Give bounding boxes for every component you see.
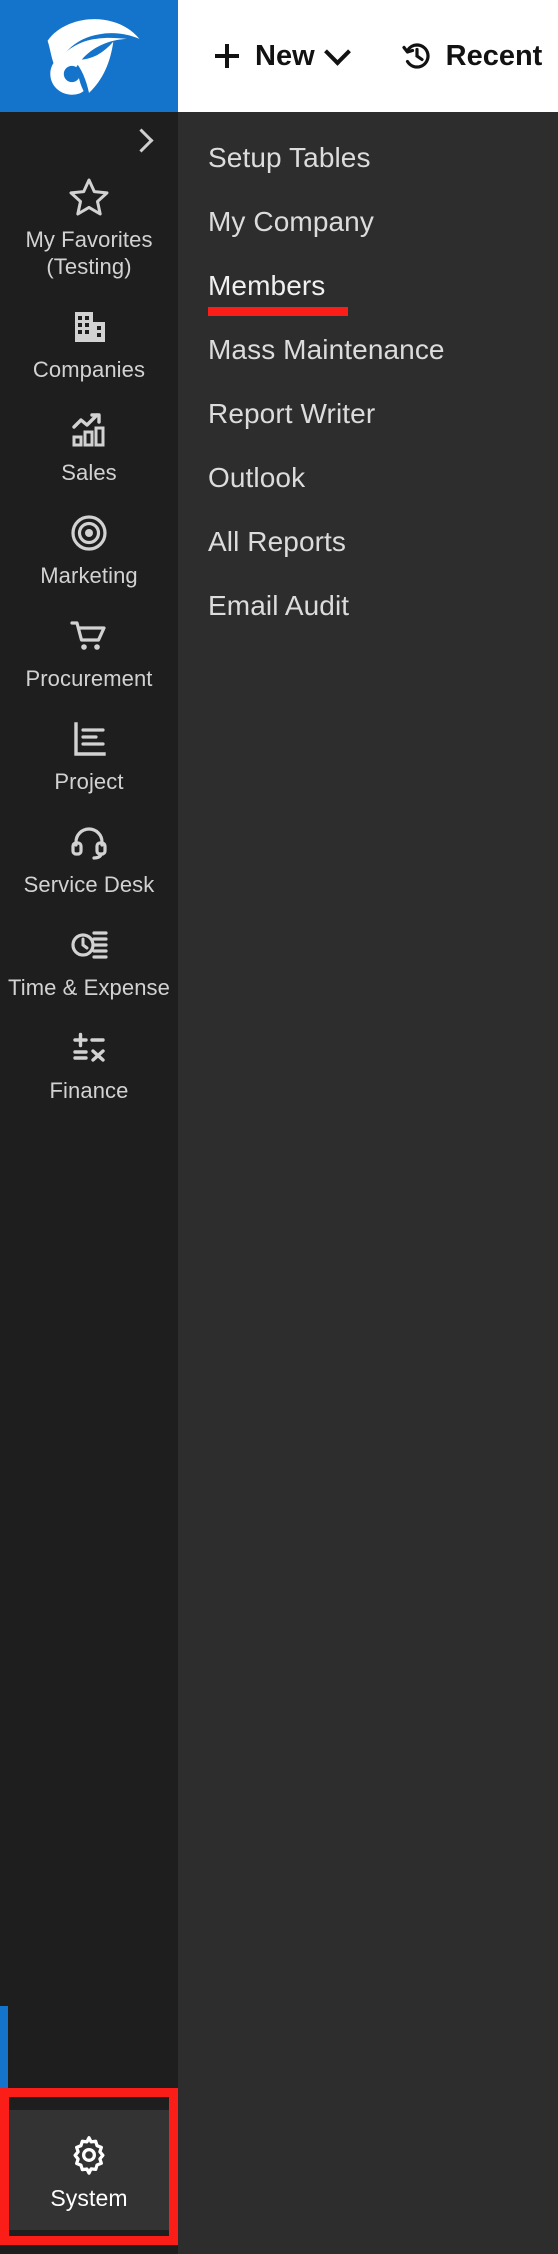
menu-item-label: Setup Tables	[208, 142, 371, 173]
chevron-down-icon	[323, 38, 351, 66]
menu-item-label: Outlook	[208, 462, 306, 493]
sidebar-item-finance[interactable]: Finance	[0, 1015, 178, 1114]
sidebar-item-label: Companies	[32, 357, 146, 382]
logo-glyph	[47, 19, 140, 95]
star-icon	[67, 175, 111, 219]
sidebar-item-system[interactable]: System	[7, 2110, 171, 2230]
sidebar-item-service-desk[interactable]: Service Desk	[0, 809, 178, 908]
menu-item-label: Mass Maintenance	[208, 334, 445, 365]
menu-item-mass-maintenance[interactable]: Mass Maintenance	[178, 318, 558, 382]
sidebar-item-label: Service Desk	[23, 872, 155, 897]
menu-item-label: Report Writer	[208, 398, 376, 429]
menu-item-label: Email Audit	[208, 590, 350, 621]
flyout-menu-panel: Setup Tables My Company Members Mass Mai…	[178, 112, 558, 2254]
cart-icon	[67, 614, 111, 658]
sidebar-item-label: Time & Expense	[8, 975, 170, 1000]
gear-icon	[67, 2132, 111, 2176]
sidebar-item-my-favorites[interactable]: My Favorites (Testing)	[0, 164, 178, 290]
calculator-icon	[67, 1026, 111, 1070]
menu-item-outlook[interactable]: Outlook	[178, 446, 558, 510]
sidebar-item-marketing[interactable]: Marketing	[0, 500, 178, 599]
company-logo[interactable]	[0, 0, 178, 112]
sidebar-item-label: My Favorites (Testing)	[25, 227, 153, 279]
sidebar-nav-list: My Favorites (Testing) Companies Sales M…	[0, 164, 178, 1118]
left-sidebar: My Favorites (Testing) Companies Sales M…	[0, 112, 178, 2254]
time-clock-icon	[67, 923, 111, 967]
sidebar-item-label: Marketing	[40, 563, 138, 588]
sidebar-item-procurement[interactable]: Procurement	[0, 603, 178, 702]
recent-button-label: Recent	[445, 39, 543, 72]
sidebar-item-time-expense[interactable]: Time & Expense	[0, 912, 178, 1011]
menu-item-members[interactable]: Members	[178, 254, 558, 318]
menu-item-all-reports[interactable]: All Reports	[178, 510, 558, 574]
sidebar-collapse-button[interactable]	[118, 117, 164, 163]
sidebar-item-label: System	[50, 2185, 128, 2211]
menu-item-label: All Reports	[208, 526, 347, 557]
sidebar-item-companies[interactable]: Companies	[0, 294, 178, 393]
menu-list: Setup Tables My Company Members Mass Mai…	[178, 112, 558, 638]
active-module-indicator	[0, 2006, 8, 2134]
sidebar-item-label: Procurement	[25, 666, 153, 691]
history-clock-icon	[401, 40, 433, 72]
menu-item-setup-tables[interactable]: Setup Tables	[178, 126, 558, 190]
top-bar-actions: New Recent	[178, 0, 558, 112]
menu-item-my-company[interactable]: My Company	[178, 190, 558, 254]
building-icon	[67, 305, 111, 349]
target-icon	[67, 511, 111, 555]
members-highlight-underline	[208, 307, 348, 316]
sidebar-item-label: Project	[54, 769, 124, 794]
new-button-label: New	[255, 39, 315, 72]
menu-item-email-audit[interactable]: Email Audit	[178, 574, 558, 638]
sidebar-item-label: Finance	[49, 1078, 129, 1103]
sidebar-item-sales[interactable]: Sales	[0, 397, 178, 496]
recent-button[interactable]: Recent	[401, 39, 543, 73]
menu-item-label: My Company	[208, 206, 374, 237]
plus-icon	[212, 41, 242, 71]
new-button[interactable]: New	[212, 38, 351, 73]
chart-up-icon	[67, 408, 111, 452]
sidebar-item-label: Sales	[61, 460, 117, 485]
menu-item-report-writer[interactable]: Report Writer	[178, 382, 558, 446]
headset-icon	[67, 820, 111, 864]
top-bar: New Recent	[0, 0, 558, 112]
menu-item-label: Members	[208, 270, 326, 301]
chevron-right-icon	[128, 127, 154, 153]
project-list-icon	[67, 717, 111, 761]
sidebar-item-project[interactable]: Project	[0, 706, 178, 805]
